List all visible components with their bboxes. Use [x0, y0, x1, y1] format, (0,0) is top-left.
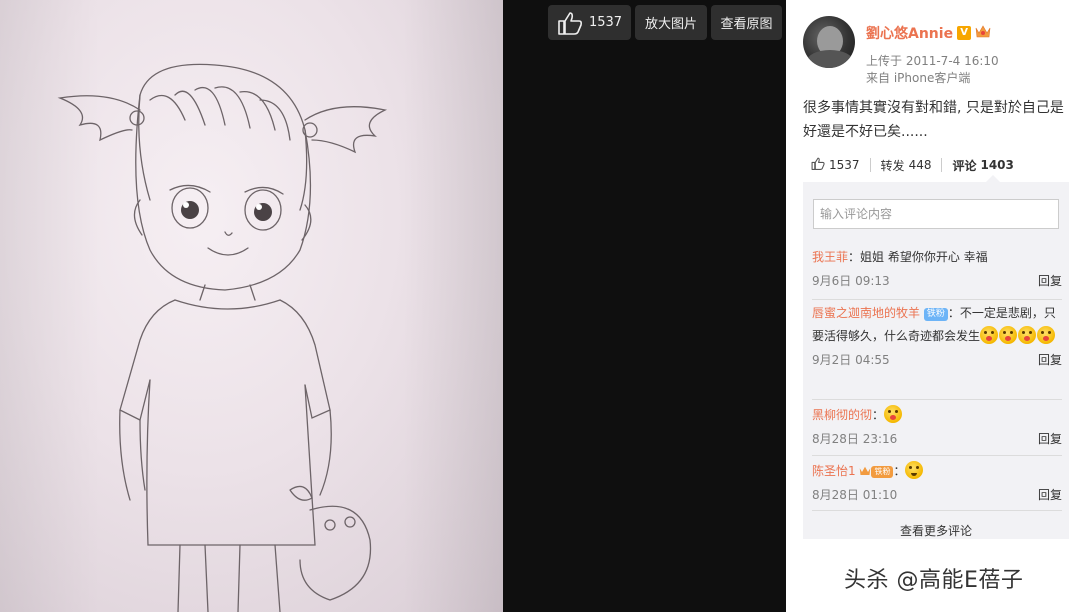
like-stat-count: 1537 — [829, 158, 860, 172]
comment-author[interactable]: 唇蜜之迦南地的牧羊 — [812, 306, 920, 320]
post-source: 来自 iPhone客户端 — [866, 71, 971, 85]
comment-divider — [812, 510, 1062, 511]
crown-icon — [975, 24, 991, 42]
reply-button[interactable]: 回复 — [1038, 430, 1062, 447]
repost-stat-button[interactable]: 转发 448 — [871, 157, 942, 174]
repost-count: 448 — [908, 158, 932, 172]
emoji-icon — [1018, 326, 1037, 344]
comment-author[interactable]: 陈圣怡1 — [812, 464, 856, 478]
watermark: 头杀 @高能E蓓子 — [844, 568, 1024, 593]
comment-author[interactable]: 我王菲 — [812, 250, 848, 264]
comment-author[interactable]: 黑柳彻的彻 — [812, 408, 872, 422]
post-image[interactable] — [0, 0, 503, 612]
comment-stat-tab[interactable]: 评论 1403 — [942, 157, 1023, 174]
reply-button[interactable]: 回复 — [1038, 486, 1062, 503]
zoom-image-button[interactable]: 放大图片 — [635, 5, 707, 40]
comment-time: 9月6日 09:13 — [812, 274, 890, 288]
image-viewer-background — [503, 0, 786, 612]
comment-item: 陈圣怡1 铁粉： 8月28日 01:10 回复 — [812, 460, 1062, 503]
thumbs-up-icon — [557, 11, 583, 35]
post-text: 很多事情其實沒有對和錯, 只是對於自己是好還是不好已矣...... — [803, 100, 1064, 140]
like-stat-button[interactable]: 1537 — [803, 157, 870, 173]
post-stats-bar: 1537 转发 448 评论 1403 — [803, 150, 1069, 180]
tab-pointer — [986, 175, 1000, 182]
comment-input[interactable] — [813, 199, 1059, 229]
comment-text: ： — [893, 464, 906, 478]
username[interactable]: 劉心悠Annie — [866, 23, 953, 43]
comment-time: 8月28日 01:10 — [812, 488, 898, 502]
reply-button[interactable]: 回复 — [1038, 351, 1062, 368]
emoji-icon — [884, 405, 903, 423]
reply-button[interactable]: 回复 — [1038, 272, 1062, 289]
comment-divider — [812, 455, 1062, 456]
fan-badge: 铁粉 — [923, 308, 948, 321]
comment-time: 9月2日 04:55 — [812, 353, 890, 367]
emoji-icon — [1037, 326, 1056, 344]
comment-text: ：姐姐 希望你你开心 幸福 — [848, 250, 988, 264]
verified-icon: V — [957, 26, 972, 40]
comment-text: ： — [872, 408, 885, 422]
comment-item: 黑柳彻的彻： 8月28日 23:16 回复 — [812, 404, 1062, 447]
comment-item: 我王菲：姐姐 希望你你开心 幸福 9月6日 09:13 回复 — [812, 246, 1062, 289]
crown-icon — [859, 464, 871, 478]
post-author[interactable]: 劉心悠Annie V — [866, 23, 991, 43]
girl-sketch-illustration — [57, 63, 388, 612]
comment-label: 评论 — [952, 158, 977, 173]
comment-item: 唇蜜之迦南地的牧羊 铁粉 ：不一定是悲剧，只要活得够久，什么奇迹都会发生 9月2日… — [812, 302, 1062, 368]
view-more-comments-link[interactable]: 查看更多评论 — [803, 522, 1069, 539]
upload-time: 上传于 2011-7-4 16:10 — [866, 54, 999, 68]
emoji-icon — [980, 326, 999, 344]
like-count: 1537 — [588, 15, 623, 30]
comment-count: 1403 — [980, 158, 1014, 172]
comment-divider — [812, 399, 1062, 400]
comment-divider — [812, 299, 1062, 300]
fan-badge: 铁粉 — [871, 466, 894, 478]
repost-label: 转发 — [880, 158, 905, 173]
thumbs-up-icon — [811, 157, 825, 173]
avatar[interactable] — [803, 16, 855, 68]
emoji-icon — [905, 461, 924, 479]
comment-time: 8月28日 23:16 — [812, 432, 898, 446]
comment-section: 我王菲：姐姐 希望你你开心 幸福 9月6日 09:13 回复 唇蜜之迦南地的牧羊… — [803, 182, 1069, 539]
post-detail-panel: 劉心悠Annie V 上传于 2011-7-4 16:10 来自 iPhone客… — [786, 0, 1080, 612]
like-image-button[interactable]: 1537 — [548, 5, 631, 40]
emoji-icon — [999, 326, 1018, 344]
view-original-button[interactable]: 查看原图 — [711, 5, 782, 40]
